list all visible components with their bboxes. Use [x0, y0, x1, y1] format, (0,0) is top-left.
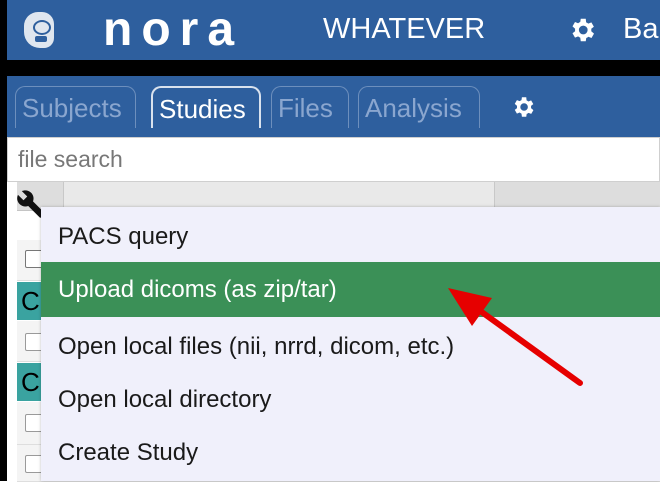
file-search-input[interactable] [8, 138, 659, 181]
top-navbar: nora WHATEVER Ba [7, 0, 660, 60]
tab-subjects[interactable]: Subjects [15, 86, 136, 128]
header-divider [0, 60, 660, 76]
row-text: C [21, 367, 40, 397]
tab-bar: Subjects Studies Files Analysis [7, 76, 660, 137]
menu-item-create-study[interactable]: Create Study [41, 425, 660, 480]
brand-logo-text[interactable]: nora [103, 0, 243, 60]
tab-settings-gear-icon[interactable] [510, 94, 536, 120]
menu-item-pacs-query[interactable]: PACS query [41, 209, 660, 264]
row-text: C [21, 286, 40, 316]
gear-icon[interactable] [567, 15, 597, 45]
tab-studies[interactable]: Studies [151, 86, 261, 128]
table-header-column[interactable] [63, 182, 495, 210]
brain-logo-icon[interactable] [24, 12, 54, 48]
project-name[interactable]: WHATEVER [323, 0, 485, 60]
tab-analysis[interactable]: Analysis [358, 86, 480, 128]
red-arrow-annotation [448, 288, 583, 386]
file-search-bar [7, 137, 660, 182]
tab-files[interactable]: Files [271, 86, 349, 128]
user-menu[interactable]: Ba [623, 0, 658, 60]
